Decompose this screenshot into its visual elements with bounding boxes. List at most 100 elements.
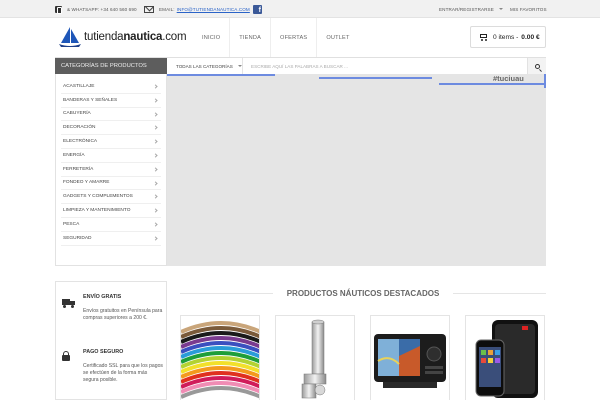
logo-prefix: tu [84,31,94,43]
search-icon [534,63,540,69]
email-link[interactable]: info@tutiendanautica.com [177,7,250,12]
nav-tienda[interactable]: Tienda [230,18,272,58]
slider-accent-line [439,83,546,85]
cart-button[interactable]: 0 items - 0.00 € [470,26,546,48]
favorites-link[interactable]: Mis favoritos [510,0,547,18]
site-header: tutiendanautica.com Inicio Tienda Oferta… [0,18,600,58]
logo-text-b: nautica [123,31,163,43]
chevron-right-icon [153,84,158,89]
chevron-right-icon [153,153,158,158]
chevron-right-icon [153,139,158,144]
secure-payment-text: Certificado SSL para que los pagos se ef… [83,363,163,384]
sidebar-item-limpieza[interactable]: Limpieza y mantenimiento [61,204,161,218]
sidebar-item-seguridad[interactable]: Seguridad [61,232,161,246]
sidebar-item-energia[interactable]: Energía [61,149,161,163]
chevron-right-icon [153,194,158,199]
cart-separator: - [514,33,519,41]
chevron-right-icon [153,167,158,172]
chevron-right-icon [153,98,158,103]
top-bar: & WhatsApp: +34 640 560 690 Email: info@… [0,0,600,18]
sidebar-item-label: Pesca [63,221,80,227]
search-button[interactable] [527,58,546,74]
whatsapp-label: & WhatsApp: +34 640 560 690 [67,6,137,12]
divider [453,293,547,294]
logo-text-a: tienda [93,31,124,43]
category-select[interactable]: Todas las categorías [167,58,243,74]
secure-payment-title: Pago seguro [83,349,124,355]
chevron-down-icon [237,65,242,67]
sidebar-item-label: Electrónica [63,139,98,145]
site-logo[interactable]: tutiendanautica.com [58,26,187,48]
whatsapp-contact[interactable]: & WhatsApp: +34 640 560 690 [55,0,137,18]
sidebar-item-decoracion[interactable]: Decoración [61,121,161,136]
favorites-label[interactable]: Mis favoritos [510,7,547,12]
sidebar-item-label: Fondeo y amarre [63,180,110,186]
free-shipping-text: Envíos gratuitos en Península para compr… [83,308,163,322]
free-shipping-title: Envío gratis [83,294,122,300]
sidebar-item-label: Energía [63,152,85,158]
sidebar-item-pesca[interactable]: Pesca [61,218,161,232]
slider-accent-line [544,74,546,88]
free-shipping-box: Envío gratis Envíos gratuitos en Penínsu… [55,281,167,344]
facebook-link[interactable]: f [253,0,262,18]
sidebar-item-label: Decoración [63,125,96,131]
sidebar-item-electronica[interactable]: Electrónica [61,135,161,149]
sidebar-item-label: Limpieza y mantenimiento [63,208,131,214]
email-contact: Email: info@tutiendanautica.com [144,0,250,18]
category-sidebar: Acastillaje Banderas y señales Cabuyería… [55,74,167,266]
sailboat-logo-icon [59,27,81,47]
chevron-right-icon [153,111,158,117]
slider-accent-line [167,74,275,76]
divider [180,293,273,294]
hero-slider[interactable]: #tuciuau [167,74,546,266]
slider-caption: #tuciuau [493,74,524,83]
rod-holder-product-image [301,319,327,399]
search-input[interactable] [245,59,525,73]
login-menu[interactable]: Entrar/Registrarse [439,0,503,18]
chevron-right-icon [153,236,158,241]
nav-ofertas[interactable]: Ofertas [271,18,318,58]
nav-outlet[interactable]: Outlet [317,18,358,58]
sidebar-item-label: Gadgets y complementos [63,194,133,200]
search-bar: Categorías de productos Todas las catego… [55,57,546,74]
product-card-satellite-phone[interactable] [465,315,545,400]
logo-text: tutiendanautica.com [84,31,187,43]
phone-icon [55,5,62,14]
mail-icon [144,5,154,13]
featured-products-heading: Productos náuticos destacados [180,289,547,298]
sidebar-item-label: Ferretería [63,166,94,172]
sidebar-item-cabuyeria[interactable]: Cabuyería [61,108,161,122]
product-card-fishfinder[interactable] [370,315,450,400]
sidebar-item-fondeo[interactable]: Fondeo y amarre [61,177,161,191]
sidebar-item-banderas[interactable]: Banderas y señales [61,94,161,108]
chevron-down-icon [498,8,503,10]
secure-payment-box: Pago seguro Certificado SSL para que los… [55,343,167,400]
chevron-right-icon [153,125,158,131]
product-card-rod-holder[interactable] [275,315,355,400]
cart-total: 0.00 € [521,33,540,41]
facebook-icon[interactable]: f [253,4,262,14]
fishfinder-product-image [374,334,446,388]
nav-inicio[interactable]: Inicio [193,18,231,58]
satellite-phone-product-image [475,320,538,398]
category-select-value: Todas las categorías [176,63,233,69]
sidebar-item-label: Seguridad [63,235,92,241]
truck-icon [62,299,75,308]
chevron-right-icon [153,180,158,186]
product-card-rope[interactable] [180,315,260,400]
categories-title: Categorías de productos [55,58,167,74]
email-label: Email: [159,6,175,12]
sidebar-item-gadgets[interactable]: Gadgets y complementos [61,190,161,205]
sidebar-item-acastillaje[interactable]: Acastillaje [61,80,161,94]
chevron-right-icon [153,208,158,213]
sidebar-item-label: Acastillaje [63,83,95,89]
cart-icon [478,33,488,41]
sidebar-item-label: Cabuyería [63,111,91,117]
main-nav: Inicio Tienda Ofertas Outlet [193,18,359,58]
logo-text-c: .com [162,31,187,43]
cart-items: 0 items [493,33,515,41]
lock-icon [62,351,70,361]
sidebar-item-ferreteria[interactable]: Ferretería [61,163,161,177]
featured-products-title: Productos náuticos destacados [286,289,440,298]
login-label[interactable]: Entrar/Registrarse [439,7,494,12]
